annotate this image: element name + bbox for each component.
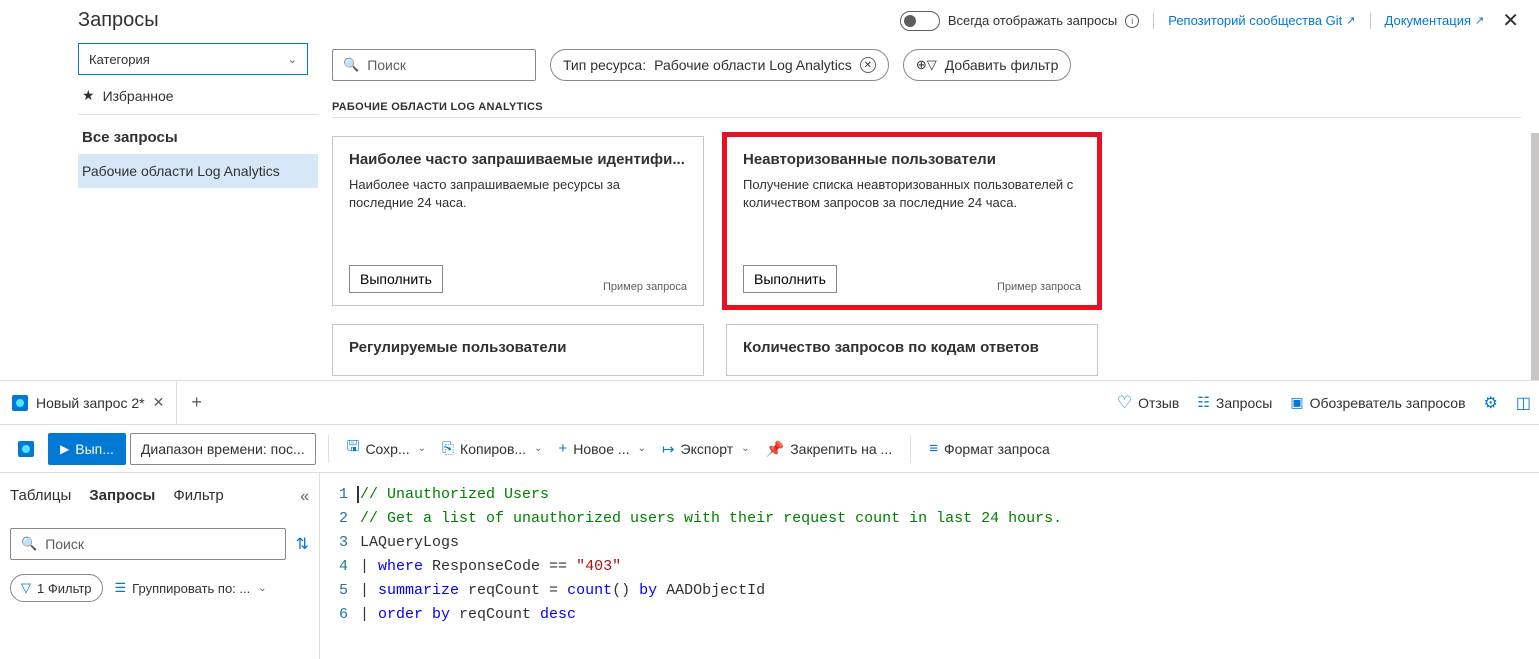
scrollbar[interactable] xyxy=(1531,133,1539,383)
filter-add-icon: ⊕▽ xyxy=(916,57,937,73)
filter-pill[interactable]: ▽ 1 Фильтр xyxy=(10,574,103,602)
category-select[interactable]: Категория ⌄ xyxy=(78,43,308,75)
code-editor[interactable]: 1// Unauthorized Users2// Get a list of … xyxy=(320,473,1539,659)
divider xyxy=(1370,13,1371,29)
card-tag: Пример запроса xyxy=(997,281,1081,293)
git-repo-link[interactable]: Репозиторий сообщества Git↗ xyxy=(1168,13,1355,28)
clear-filter-icon[interactable]: ✕ xyxy=(860,57,876,73)
card-title: Наиболее часто запрашиваемые идентифи... xyxy=(349,151,687,168)
sort-icon[interactable]: ⇅ xyxy=(296,534,309,554)
query-card[interactable]: Количество запросов по кодам ответов xyxy=(726,324,1098,376)
save-icon: 🖫 xyxy=(347,436,360,461)
panel-icon[interactable]: ◫ xyxy=(1516,393,1531,413)
query-card[interactable]: Регулируемые пользователи xyxy=(332,324,704,376)
close-tab-icon[interactable]: ✕ xyxy=(153,394,165,411)
external-link-icon: ↗ xyxy=(1346,14,1355,27)
export-icon: ↦ xyxy=(662,440,675,458)
queries-tab[interactable]: Запросы xyxy=(89,487,155,506)
query-tab-icon xyxy=(12,395,28,411)
always-show-toggle[interactable] xyxy=(900,11,940,31)
resource-type-filter[interactable]: Тип ресурса: Рабочие области Log Analyti… xyxy=(550,49,889,81)
divider xyxy=(1153,13,1154,29)
format-button[interactable]: ≡Формат запроса xyxy=(923,433,1056,465)
collapse-icon[interactable]: « xyxy=(300,488,309,506)
query-card-highlighted[interactable]: Неавторизованные пользователи Получение … xyxy=(726,136,1098,306)
copy-icon: ⎘ xyxy=(442,440,454,457)
explorer-link[interactable]: ▣Обозреватель запросов xyxy=(1290,394,1465,411)
query-tab[interactable]: Новый запрос 2* ✕ xyxy=(0,381,177,424)
star-icon: ★ xyxy=(82,87,95,104)
queries-link[interactable]: ☷Запросы xyxy=(1197,394,1272,411)
chevron-down-icon: ⌄ xyxy=(418,443,426,454)
chevron-down-icon: ⌄ xyxy=(258,583,266,594)
filter-tab[interactable]: Фильтр xyxy=(173,487,223,506)
card-desc: Наиболее часто запрашиваемые ресурсы за … xyxy=(349,176,687,265)
pin-icon: 📌 xyxy=(766,440,785,458)
gear-icon[interactable]: ⚙ xyxy=(1484,393,1498,413)
search-input[interactable]: 🔍 Поиск xyxy=(332,49,536,81)
all-queries-header: Все запросы xyxy=(78,115,318,154)
run-button[interactable]: Выполнить xyxy=(349,265,443,293)
export-button[interactable]: ↦Экспорт⌄ xyxy=(656,433,756,465)
add-tab-button[interactable]: + xyxy=(177,392,216,413)
copy-button[interactable]: ⎘Копиров...⌄ xyxy=(436,433,548,465)
run-button[interactable]: Выполнить xyxy=(743,265,837,293)
add-filter-button[interactable]: ⊕▽ Добавить фильтр xyxy=(903,49,1072,81)
list-icon: ☷ xyxy=(1197,394,1210,411)
queries-title: Запросы xyxy=(78,9,159,32)
run-button-main[interactable]: ▶Вып... xyxy=(48,433,126,465)
card-title: Регулируемые пользователи xyxy=(349,339,687,356)
card-desc: Получение списка неавторизованных пользо… xyxy=(743,176,1081,265)
new-rule-button[interactable]: +Новое ...⌄ xyxy=(552,433,651,465)
query-icon xyxy=(18,441,34,457)
pin-button[interactable]: 📌Закрепить на ... xyxy=(760,433,899,465)
search-icon: 🔍 xyxy=(21,536,37,552)
tables-tab[interactable]: Таблицы xyxy=(10,487,71,506)
play-icon: ▶ xyxy=(60,442,69,456)
card-title: Количество запросов по кодам ответов xyxy=(743,339,1081,356)
info-icon[interactable]: i xyxy=(1125,14,1139,28)
always-show-label: Всегда отображать запросы xyxy=(948,13,1117,28)
left-search-input[interactable]: 🔍 Поиск xyxy=(10,528,286,560)
save-button[interactable]: 🖫Сохр...⌄ xyxy=(341,433,432,465)
heart-icon: ♡ xyxy=(1117,393,1132,413)
card-title: Неавторизованные пользователи xyxy=(743,151,1081,168)
chevron-down-icon: ⌄ xyxy=(638,443,646,454)
chevron-down-icon: ⌄ xyxy=(288,53,297,66)
plus-icon: + xyxy=(558,440,567,457)
docs-link[interactable]: Документация↗ xyxy=(1385,13,1485,28)
close-icon[interactable]: ✕ xyxy=(1498,8,1523,33)
chevron-down-icon: ⌄ xyxy=(534,443,542,454)
sidebar-item-log-analytics[interactable]: Рабочие области Log Analytics xyxy=(78,154,318,188)
format-icon: ≡ xyxy=(929,440,938,457)
feedback-link[interactable]: ♡Отзыв xyxy=(1117,393,1179,413)
time-range-select[interactable]: Диапазон времени: пос... xyxy=(130,433,316,465)
chevron-down-icon: ⌄ xyxy=(741,443,749,454)
group-icon: ☰ xyxy=(115,580,127,596)
search-icon: 🔍 xyxy=(343,57,359,73)
favorites-row[interactable]: ★ Избранное xyxy=(78,75,318,114)
query-card[interactable]: Наиболее часто запрашиваемые идентифи...… xyxy=(332,136,704,306)
external-link-icon: ↗ xyxy=(1475,14,1484,27)
group-by-select[interactable]: ☰ Группировать по: ... ⌄ xyxy=(115,580,309,596)
explorer-icon: ▣ xyxy=(1290,394,1303,411)
section-label: РАБОЧИЕ ОБЛАСТИ LOG ANALYTICS xyxy=(332,91,1521,118)
filter-icon: ▽ xyxy=(21,580,31,596)
card-tag: Пример запроса xyxy=(603,281,687,293)
